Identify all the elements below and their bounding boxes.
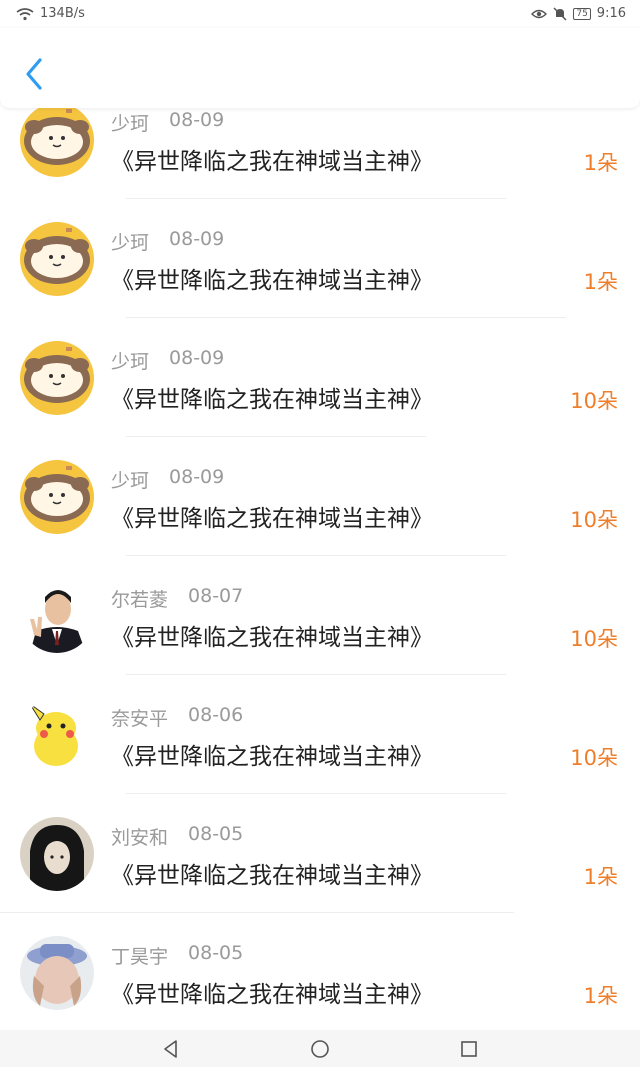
date: 08-07 [188,585,244,607]
page-header [0,28,640,108]
user-name: 丁昊宇 [111,946,169,968]
book-title: 《异世降临之我在神域当主神》 [111,506,433,532]
date: 08-09 [169,109,225,131]
chevron-left-icon [26,58,42,90]
avatar[interactable] [20,817,94,891]
date: 08-09 [169,347,225,369]
nav-home-button[interactable] [309,1038,331,1060]
list-item[interactable]: 少珂 08-09 《异世降临之我在神域当主神》 10朵 [0,318,640,437]
date: 08-09 [169,228,225,250]
user-name: 尔若菱 [111,589,169,611]
date: 08-09 [169,466,225,488]
back-button[interactable] [18,54,52,94]
meta-line: 少珂 08-09 [111,228,224,255]
book-title: 《异世降临之我在神域当主神》 [111,982,433,1008]
nav-back-button[interactable] [160,1038,182,1060]
avatar[interactable] [20,936,94,1010]
meta-line: 奈安平 08-06 [111,704,243,731]
reward-amount: 10朵 [570,627,618,651]
meta-line: 少珂 08-09 [111,109,224,136]
date: 08-05 [188,942,244,964]
user-name: 少珂 [111,232,150,254]
battery-indicator: 75 [573,7,591,20]
reward-amount: 1朵 [583,984,618,1008]
avatar[interactable] [20,460,94,534]
book-title: 《异世降临之我在神域当主神》 [111,149,433,175]
date: 08-06 [188,704,244,726]
status-bar: 134B/s 75 9:16 [0,0,640,28]
meta-line: 少珂 08-09 [111,347,224,374]
avatar[interactable] [20,222,94,296]
network-speed: 134B/s [40,6,85,21]
book-title: 《异世降临之我在神域当主神》 [111,863,433,889]
list-item[interactable]: 少珂 08-09 《异世降临之我在神域当主神》 1朵 [0,199,640,318]
avatar[interactable] [20,341,94,415]
triangle-back-icon [164,1040,177,1058]
user-name: 奈安平 [111,708,169,730]
list-item[interactable]: 奈安平 08-06 《异世降临之我在神域当主神》 10朵 [0,675,640,794]
reward-amount: 1朵 [583,151,618,175]
avatar[interactable] [20,103,94,177]
eye-icon [531,9,548,18]
reward-list: 少珂 08-09 《异世降临之我在神域当主神》 1朵 少珂 08-09 《异世降临之我在神域… [0,80,640,1030]
date: 08-05 [188,823,244,845]
reward-amount: 10朵 [570,746,618,770]
book-title: 《异世降临之我在神域当主神》 [111,625,433,651]
system-nav-bar [0,1030,640,1067]
user-name: 刘安和 [111,827,169,849]
user-name: 少珂 [111,113,150,135]
avatar[interactable] [20,579,94,653]
user-name: 少珂 [111,470,150,492]
reward-amount: 1朵 [583,270,618,294]
meta-line: 尔若菱 08-07 [111,585,243,612]
nav-recents-button[interactable] [458,1038,480,1060]
book-title: 《异世降临之我在神域当主神》 [111,744,433,770]
list-item[interactable]: 刘安和 08-05 《异世降临之我在神域当主神》 1朵 [0,794,640,913]
reward-amount: 10朵 [570,508,618,532]
circle-home-icon [311,1040,329,1058]
reward-amount: 10朵 [570,389,618,413]
avatar[interactable] [20,698,94,772]
square-recents-icon [461,1041,477,1057]
user-name: 少珂 [111,351,150,373]
meta-line: 丁昊宇 08-05 [111,942,243,969]
meta-line: 刘安和 08-05 [111,823,243,850]
book-title: 《异世降临之我在神域当主神》 [111,387,433,413]
clock: 9:16 [596,6,626,21]
meta-line: 少珂 08-09 [111,466,224,493]
list-item[interactable]: 丁昊宇 08-05 《异世降临之我在神域当主神》 1朵 [0,913,640,1030]
mute-bell-icon [553,6,567,21]
list-item[interactable]: 尔若菱 08-07 《异世降临之我在神域当主神》 10朵 [0,556,640,675]
wifi-icon [16,7,34,20]
reward-amount: 1朵 [583,865,618,889]
list-item[interactable]: 少珂 08-09 《异世降临之我在神域当主神》 10朵 [0,437,640,556]
book-title: 《异世降临之我在神域当主神》 [111,268,433,294]
